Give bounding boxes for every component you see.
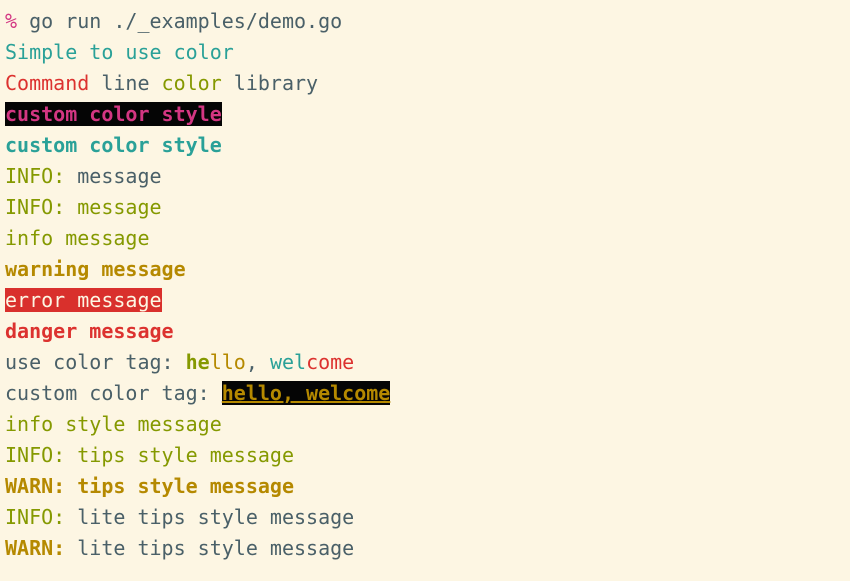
text-segment: lite tips style message: [65, 505, 355, 529]
text-segment: %: [5, 9, 30, 33]
output-line: custom color tag: hello, welcome: [5, 378, 391, 409]
text-segment: warning message: [5, 257, 186, 281]
output-line: danger message: [5, 316, 390, 347]
text-segment: INFO:: [5, 164, 66, 188]
output-line: Simple to use color: [5, 37, 390, 68]
output-line: custom color style: [5, 130, 390, 161]
text-segment: error message: [5, 288, 162, 312]
text-segment: custom color tag:: [5, 381, 222, 405]
text-segment: go run ./_examples/demo.go: [29, 9, 343, 33]
output-line: INFO: message: [5, 192, 390, 223]
text-segment: INFO: message: [5, 195, 162, 219]
output-line: use color tag: hello, welcome: [5, 347, 390, 378]
output-line: INFO: tips style message: [5, 440, 390, 471]
text-segment: lite tips style message: [65, 536, 355, 560]
output-line: info message: [5, 223, 390, 254]
text-segment: custom color style: [5, 102, 222, 126]
terminal-output: % go run ./_examples/demo.go Simple to us…: [5, 6, 391, 564]
text-segment: he: [185, 350, 210, 374]
text-segment: INFO: tips style message: [5, 443, 294, 467]
text-segment: llo: [209, 350, 246, 374]
text-segment: wel: [269, 350, 307, 374]
text-segment: danger message: [5, 319, 174, 343]
text-segment: library: [221, 71, 319, 95]
text-segment: Command: [5, 71, 90, 95]
text-segment: color: [161, 71, 222, 95]
text-segment: WARN:: [5, 536, 66, 560]
text-segment: Simple to use color: [5, 40, 234, 64]
output-line: WARN: lite tips style message: [5, 533, 390, 564]
output-line: info style message: [5, 409, 390, 440]
output-line: INFO: lite tips style message: [5, 502, 390, 533]
text-segment: message: [65, 164, 162, 188]
text-segment: come: [306, 350, 355, 374]
output-line: INFO: message: [5, 161, 390, 192]
output-line: warning message: [5, 254, 390, 285]
output-line: error message: [5, 285, 390, 316]
text-segment: use color tag:: [5, 350, 186, 374]
output-line: Command line color library: [5, 68, 390, 99]
text-segment: hello, welcome: [221, 381, 391, 405]
text-segment: INFO:: [5, 505, 66, 529]
text-segment: info style message: [5, 412, 222, 436]
text-segment: ,: [245, 350, 270, 374]
output-line: custom color style: [5, 99, 390, 130]
text-segment: line: [89, 71, 162, 95]
text-segment: info message: [5, 226, 150, 250]
text-segment: WARN: tips style message: [5, 474, 294, 498]
command-line: % go run ./_examples/demo.go: [5, 6, 390, 37]
output-line: WARN: tips style message: [5, 471, 390, 502]
text-segment: custom color style: [5, 133, 222, 157]
